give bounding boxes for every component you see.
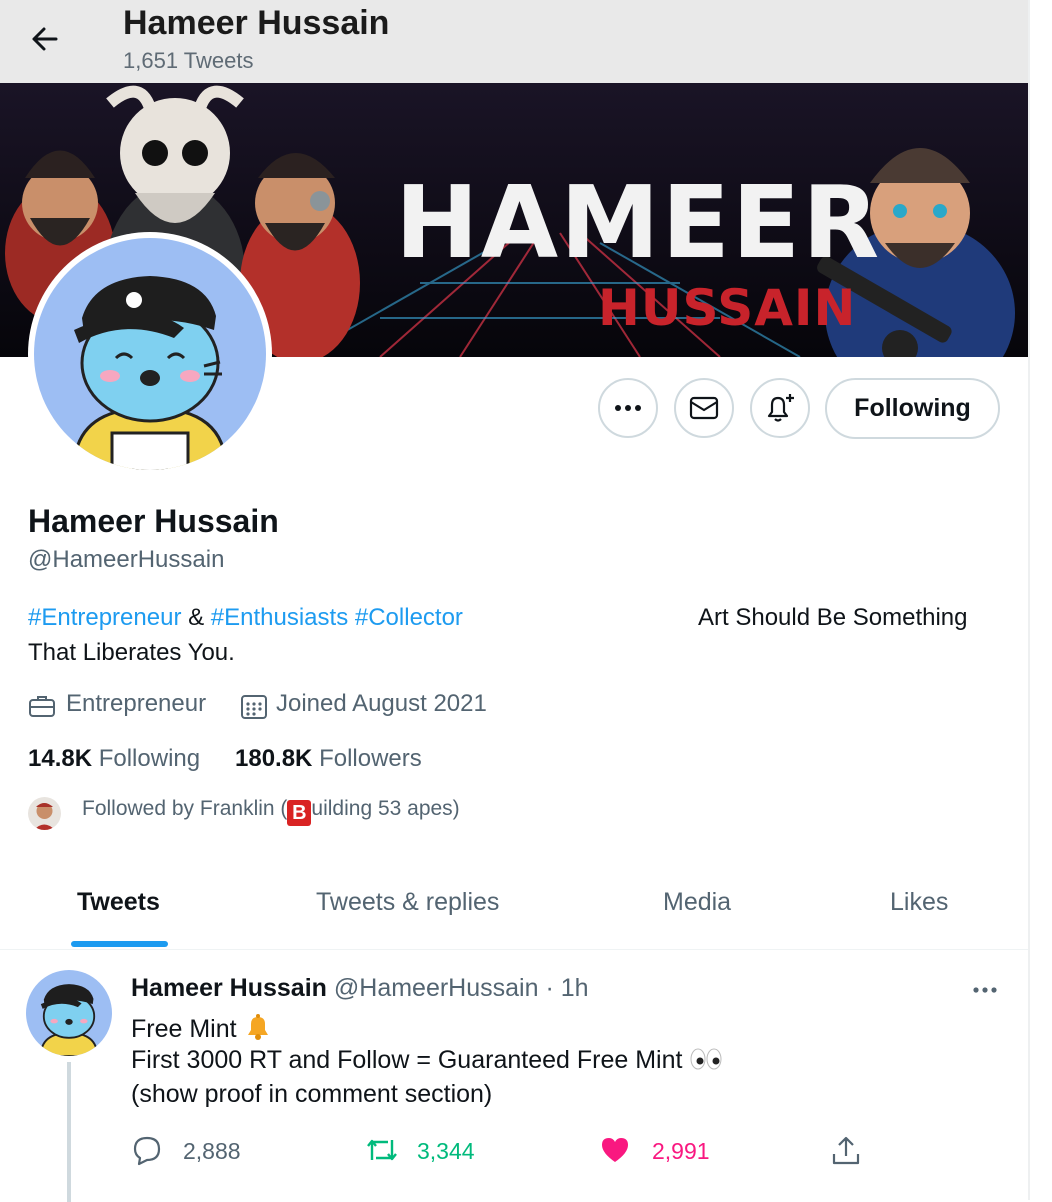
thread-line [67, 1062, 71, 1202]
followed-by-prefix: Followed by Franklin ( [82, 797, 288, 820]
follower-avatar[interactable] [28, 797, 61, 830]
tabs-divider [0, 949, 1028, 950]
tweet-count: 1,651 Tweets [123, 48, 254, 73]
bell-emoji-icon [247, 1014, 268, 1040]
notifications-button[interactable] [750, 378, 810, 438]
tweet-more-button[interactable] [968, 978, 1002, 1002]
retweet-icon [367, 1139, 397, 1161]
hashtag-collector[interactable]: #Collector [355, 604, 463, 631]
followers-count-link[interactable]: 180.8K Followers [235, 745, 422, 773]
tab-likes[interactable]: Likes [890, 888, 948, 917]
b-badge-icon: B [287, 800, 312, 826]
followers-count: 180.8K [235, 745, 313, 772]
tweet-line-2: First 3000 RT and Follow = Guaranteed Fr… [131, 1046, 723, 1075]
hashtag-enthusiasts[interactable]: #Enthusiasts [211, 604, 348, 631]
arrow-left-icon[interactable] [26, 22, 64, 56]
tweet-author-avatar[interactable] [26, 970, 112, 1056]
tab-tweets[interactable]: Tweets [77, 888, 160, 917]
tweet-header: Hameer Hussain @HameerHussain · 1h [131, 974, 589, 1003]
tab-tweets-replies[interactable]: Tweets & replies [316, 888, 499, 917]
reply-icon [133, 1136, 161, 1166]
following-label: Following [98, 745, 201, 772]
followed-by-suffix: uilding 53 apes) [311, 797, 460, 820]
tweet-text-2: First 3000 RT and Follow = Guaranteed Fr… [131, 1046, 683, 1074]
tweet-author-handle[interactable]: @HameerHussain [334, 974, 539, 1002]
tab-media[interactable]: Media [663, 888, 731, 917]
calendar-icon [241, 695, 267, 719]
tweet-author-name[interactable]: Hameer Hussain [131, 974, 327, 1002]
bell-plus-icon [767, 394, 794, 422]
page-right-border [1028, 0, 1030, 1200]
share-icon [832, 1136, 860, 1165]
tweet-separator: · [545, 974, 554, 1002]
avatar-image [34, 238, 266, 470]
bio-right-text: Art Should Be Something [698, 604, 968, 631]
following-count: 14.8K [28, 745, 93, 772]
active-tab-indicator [71, 941, 168, 947]
tweet-text-1: Free Mint [131, 1015, 237, 1043]
hashtag-entrepreneur[interactable]: #Entrepreneur [28, 604, 181, 631]
banner-subtitle: HUSSAIN [598, 279, 857, 337]
header-title: Hameer Hussain [123, 4, 390, 42]
more-horizontal-icon [615, 405, 641, 411]
profile-avatar[interactable] [28, 232, 272, 476]
profile-page: Hameer Hussain 1,651 Tweets HAMEER HUSSA… [0, 0, 1028, 1202]
tweet-line-1: Free Mint [131, 1012, 272, 1044]
bio-joiner: & [181, 604, 211, 631]
profile-header: Hameer Hussain 1,651 Tweets [0, 0, 1028, 83]
banner-title: HAMEER [395, 164, 882, 281]
profession-text: Entrepreneur [66, 690, 207, 717]
more-options-button[interactable] [598, 378, 658, 438]
eyes-emoji-icon [690, 1048, 722, 1070]
joined-item: Joined August 2021 [240, 690, 487, 719]
briefcase-icon [29, 696, 55, 717]
joined-text: Joined August 2021 [276, 690, 487, 717]
tweet-time[interactable]: 1h [561, 974, 589, 1002]
followed-by-text[interactable]: Followed by Franklin (Building 53 apes) [82, 797, 460, 826]
like-count: 2,991 [652, 1138, 710, 1164]
following-count-link[interactable]: 14.8K Following [28, 745, 200, 773]
message-button[interactable] [674, 378, 734, 438]
profile-bio: #Entrepreneur & #Enthusiasts #Collector … [28, 600, 463, 670]
following-button[interactable]: Following [825, 378, 1000, 439]
followers-label: Followers [319, 745, 422, 772]
tweet-line-3: (show proof in comment section) [131, 1080, 493, 1108]
heart-icon [602, 1138, 628, 1162]
reply-count: 2,888 [183, 1138, 241, 1164]
profession-item: Entrepreneur [28, 690, 206, 718]
mail-icon [689, 396, 719, 420]
bio-line-2: That Liberates You. [28, 639, 235, 666]
profile-handle: @HameerHussain [28, 546, 225, 573]
retweet-count: 3,344 [417, 1138, 475, 1164]
more-horizontal-icon [973, 987, 997, 993]
profile-name: Hameer Hussain [28, 503, 279, 539]
